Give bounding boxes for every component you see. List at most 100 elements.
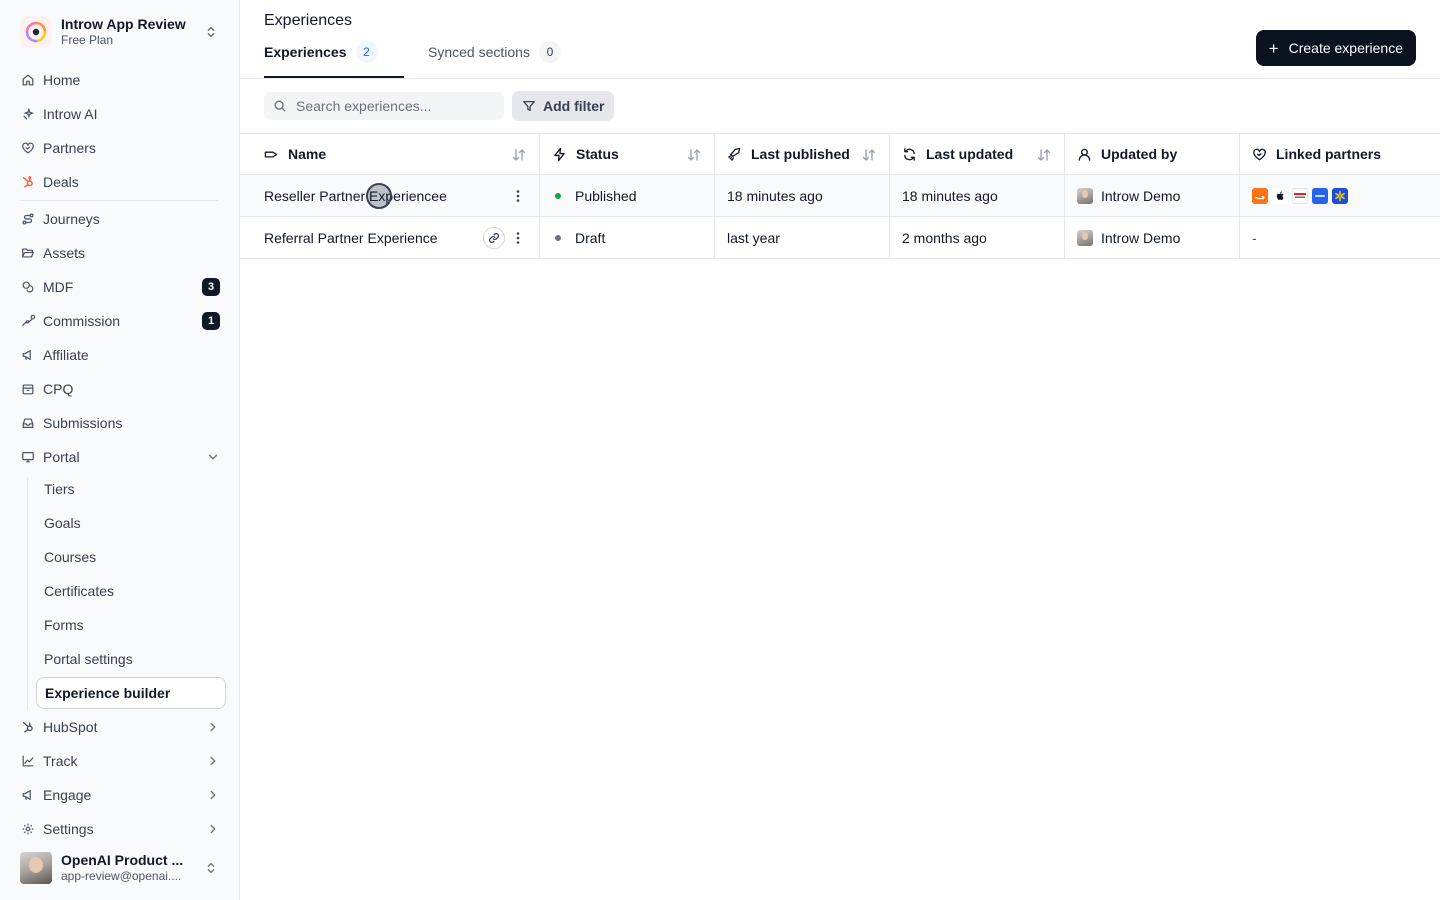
sidebar-item-label: MDF	[43, 279, 74, 295]
sidebar-item-journeys[interactable]: Journeys	[12, 204, 228, 234]
more-vertical-icon[interactable]	[509, 187, 527, 205]
sidebar-item-label: Commission	[43, 313, 121, 329]
table-header-row: Name Status Last published Last updated	[240, 133, 1440, 175]
workspace-switcher[interactable]: Introw App Review Free Plan	[12, 10, 228, 54]
chevron-down-icon	[208, 454, 218, 460]
create-experience-button[interactable]: + Create experience	[1255, 30, 1416, 66]
cell-linked-partners: -	[1252, 229, 1257, 246]
rocket-icon	[727, 147, 742, 162]
cell-last-published: last year	[715, 217, 890, 258]
sidebar-item-deals[interactable]: Deals	[12, 167, 228, 197]
sidebar-item-label: Track	[43, 753, 78, 769]
sidebar-item-assets[interactable]: Assets	[12, 238, 228, 268]
walmart-spark-icon	[1332, 187, 1348, 204]
chevron-right-icon	[210, 790, 216, 800]
tab-count-badge: 0	[538, 41, 561, 63]
home-icon	[20, 73, 35, 88]
sidebar-item-label: Deals	[43, 174, 79, 190]
column-header-last-updated[interactable]: Last updated	[890, 134, 1065, 174]
table-row[interactable]: Referral Partner Experience Draft last y…	[240, 217, 1440, 259]
package-icon	[20, 382, 35, 397]
inbox-icon	[20, 416, 35, 431]
sidebar-item-certificates[interactable]: Certificates	[36, 576, 226, 606]
column-header-last-published[interactable]: Last published	[715, 134, 890, 174]
sidebar-item-settings[interactable]: Settings	[12, 814, 228, 844]
mdf-count-badge: 3	[202, 278, 220, 296]
cell-updated-by: Introw Demo	[1065, 175, 1240, 216]
main-content: Experiences Experiences 2 Synced section…	[240, 0, 1440, 900]
sidebar-item-forms[interactable]: Forms	[36, 610, 226, 640]
sidebar-item-engage[interactable]: Engage	[12, 780, 228, 810]
sidebar-item-experience-builder[interactable]: Experience builder	[36, 677, 226, 709]
search-input[interactable]	[296, 98, 486, 114]
route-icon	[20, 212, 35, 227]
chevrons-up-down-icon	[207, 862, 215, 874]
sort-icon[interactable]	[1036, 147, 1052, 163]
button-label: Create experience	[1288, 40, 1403, 56]
column-header-status[interactable]: Status	[540, 134, 715, 174]
apple-logo-icon	[1272, 187, 1288, 204]
refresh-icon	[902, 147, 917, 162]
sidebar-item-label: Partners	[43, 140, 96, 156]
sidebar-item-affiliate[interactable]: Affiliate	[12, 340, 228, 370]
column-header-linked-partners[interactable]: Linked partners	[1240, 134, 1440, 174]
sort-icon[interactable]	[861, 147, 877, 163]
sidebar-item-portal[interactable]: Portal	[12, 442, 228, 472]
cell-last-published: 18 minutes ago	[715, 175, 890, 216]
sidebar-item-goals[interactable]: Goals	[36, 508, 226, 538]
sidebar-item-label: Journeys	[43, 211, 100, 227]
column-header-name[interactable]: Name	[240, 134, 540, 174]
cell-name[interactable]: Reseller Partner Experiencee	[240, 175, 540, 216]
portal-submenu-rail	[27, 477, 28, 709]
sidebar-item-label: Introw AI	[43, 106, 98, 122]
cell-last-updated: 2 months ago	[890, 217, 1065, 258]
sidebar-item-hubspot[interactable]: HubSpot	[12, 712, 228, 742]
cell-linked-partners	[1240, 175, 1440, 216]
tab-synced-sections[interactable]: Synced sections 0	[428, 41, 561, 78]
filter-icon	[523, 100, 535, 112]
tag-icon	[264, 147, 279, 162]
status-badge: Draft	[575, 229, 606, 246]
avatar	[1077, 229, 1093, 246]
sidebar-item-label: Home	[43, 72, 81, 88]
sidebar-item-label: Submissions	[43, 415, 123, 431]
sort-icon[interactable]	[686, 147, 702, 163]
sidebar-item-portal-settings[interactable]: Portal settings	[36, 644, 226, 674]
sidebar-item-submissions[interactable]: Submissions	[12, 408, 228, 438]
commission-count-badge: 1	[202, 312, 220, 330]
sort-icon[interactable]	[511, 147, 527, 163]
cell-updated-by: Introw Demo	[1065, 217, 1240, 258]
add-filter-button[interactable]: Add filter	[512, 91, 615, 121]
sidebar-item-label: Portal settings	[44, 651, 133, 667]
page-title: Experiences	[264, 12, 353, 29]
cursor-indicator	[366, 183, 392, 209]
user-email: app-review@openai....	[61, 869, 182, 883]
sidebar-item-courses[interactable]: Courses	[36, 542, 226, 572]
sidebar: Introw App Review Free Plan Home Introw …	[0, 0, 240, 900]
handshake-heart-icon	[1252, 147, 1267, 162]
sidebar-item-home[interactable]: Home	[12, 65, 228, 95]
sidebar-item-tiers[interactable]: Tiers	[36, 474, 226, 504]
chevron-right-icon	[210, 824, 216, 834]
sidebar-item-mdf[interactable]: MDF 3	[12, 272, 228, 302]
sidebar-item-partners[interactable]: Partners	[12, 133, 228, 163]
sidebar-item-label: Portal	[43, 449, 80, 465]
more-vertical-icon[interactable]	[509, 229, 527, 247]
tab-experiences[interactable]: Experiences 2	[264, 41, 404, 78]
table-row[interactable]: Reseller Partner Experiencee Published 1…	[240, 175, 1440, 217]
sidebar-item-introw-ai[interactable]: Introw AI	[12, 99, 228, 129]
introw-logo-icon	[20, 16, 52, 48]
tab-count-badge: 2	[355, 41, 378, 63]
partner-wordmark-icon	[1292, 187, 1308, 204]
chevron-right-icon	[210, 722, 216, 732]
column-header-updated-by[interactable]: Updated by	[1065, 134, 1240, 174]
cell-name[interactable]: Referral Partner Experience	[240, 217, 540, 258]
user-menu[interactable]: OpenAI Product ... app-review@openai....	[12, 848, 228, 888]
hand-coins-icon	[20, 314, 35, 329]
sidebar-item-label: CPQ	[43, 381, 74, 397]
workspace-name: Introw App Review	[61, 16, 186, 32]
sidebar-item-track[interactable]: Track	[12, 746, 228, 776]
link-icon[interactable]	[483, 227, 505, 249]
sidebar-item-cpq[interactable]: CPQ	[12, 374, 228, 404]
sidebar-item-commission[interactable]: Commission 1	[12, 306, 228, 336]
